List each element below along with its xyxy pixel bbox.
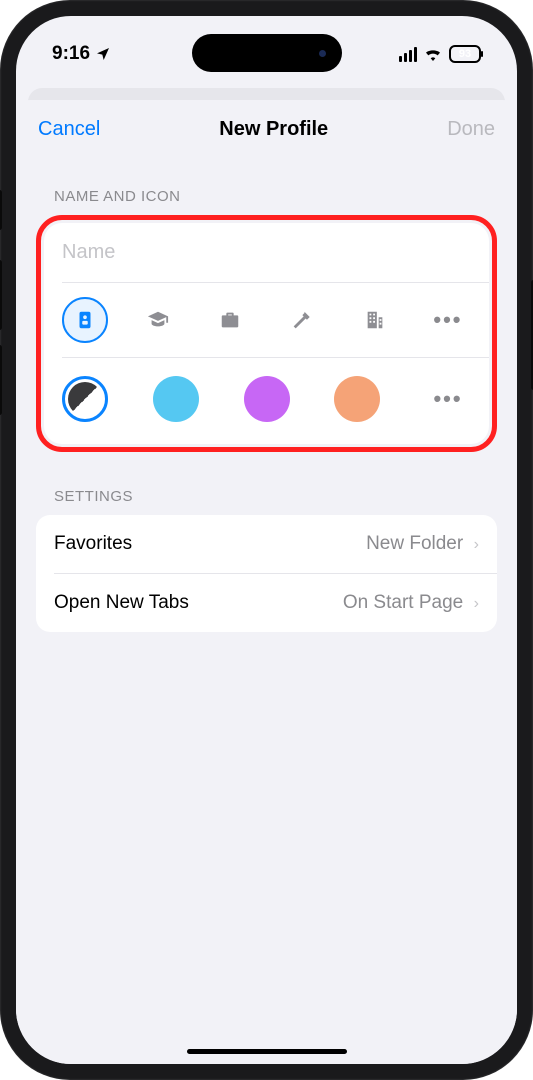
hw-vol-down	[0, 345, 2, 415]
icon-option-hammer[interactable]	[280, 297, 326, 343]
annotation-highlight: ••• •••	[36, 215, 497, 452]
open-new-tabs-value: On Start Page	[343, 592, 463, 613]
color-more-button[interactable]: •••	[425, 386, 471, 412]
icon-option-briefcase[interactable]	[207, 297, 253, 343]
name-row[interactable]	[44, 223, 489, 282]
favorites-row[interactable]: Favorites New Folder ›	[36, 515, 497, 573]
color-option-purple[interactable]	[244, 376, 290, 422]
name-input[interactable]	[62, 241, 471, 264]
icon-option-id-card[interactable]	[62, 297, 108, 343]
graduation-cap-icon	[147, 309, 169, 331]
cancel-button[interactable]: Cancel	[38, 118, 100, 141]
icon-more-button[interactable]: •••	[425, 307, 471, 333]
battery-percent: 93	[459, 48, 471, 60]
favorites-value: New Folder	[366, 533, 463, 554]
color-option-blue[interactable]	[153, 376, 199, 422]
building-icon	[364, 309, 386, 331]
icon-option-building[interactable]	[352, 297, 398, 343]
content-area: NAME AND ICON	[16, 158, 517, 654]
modal-sheet: Cancel New Profile Done NAME AND ICON	[16, 100, 517, 1064]
screen: 9:16 93 Cancel New Profile Done NAME AND	[16, 16, 517, 1064]
hammer-icon	[292, 309, 314, 331]
cellular-icon	[399, 47, 417, 62]
dynamic-island	[192, 34, 342, 72]
chevron-right-icon: ›	[474, 595, 479, 612]
color-picker-row: •••	[44, 358, 489, 444]
home-indicator[interactable]	[187, 1049, 347, 1054]
open-new-tabs-row[interactable]: Open New Tabs On Start Page ›	[36, 574, 497, 632]
wifi-icon	[423, 47, 443, 61]
favorites-label: Favorites	[54, 533, 132, 555]
hw-silent-switch	[0, 190, 2, 230]
section-header-name-icon: NAME AND ICON	[36, 180, 497, 215]
id-card-icon	[74, 309, 96, 331]
name-icon-card: ••• •••	[44, 223, 489, 444]
color-option-bw[interactable]	[62, 376, 108, 422]
icon-option-graduation[interactable]	[135, 297, 181, 343]
status-time: 9:16	[52, 43, 90, 65]
briefcase-icon	[219, 309, 241, 331]
device-frame: 9:16 93 Cancel New Profile Done NAME AND	[0, 0, 533, 1080]
open-new-tabs-label: Open New Tabs	[54, 592, 189, 614]
color-option-orange[interactable]	[334, 376, 380, 422]
settings-card: Favorites New Folder › Open New Tabs On …	[36, 515, 497, 632]
hw-vol-up	[0, 260, 2, 330]
page-title: New Profile	[219, 118, 328, 141]
section-header-settings: SETTINGS	[36, 480, 497, 515]
done-button[interactable]: Done	[447, 118, 495, 141]
location-icon	[95, 46, 111, 62]
icon-picker-row: •••	[44, 283, 489, 357]
nav-bar: Cancel New Profile Done	[16, 100, 517, 158]
chevron-right-icon: ›	[474, 536, 479, 553]
bw-swatch-icon	[68, 382, 102, 416]
battery-indicator: 93	[449, 45, 481, 63]
